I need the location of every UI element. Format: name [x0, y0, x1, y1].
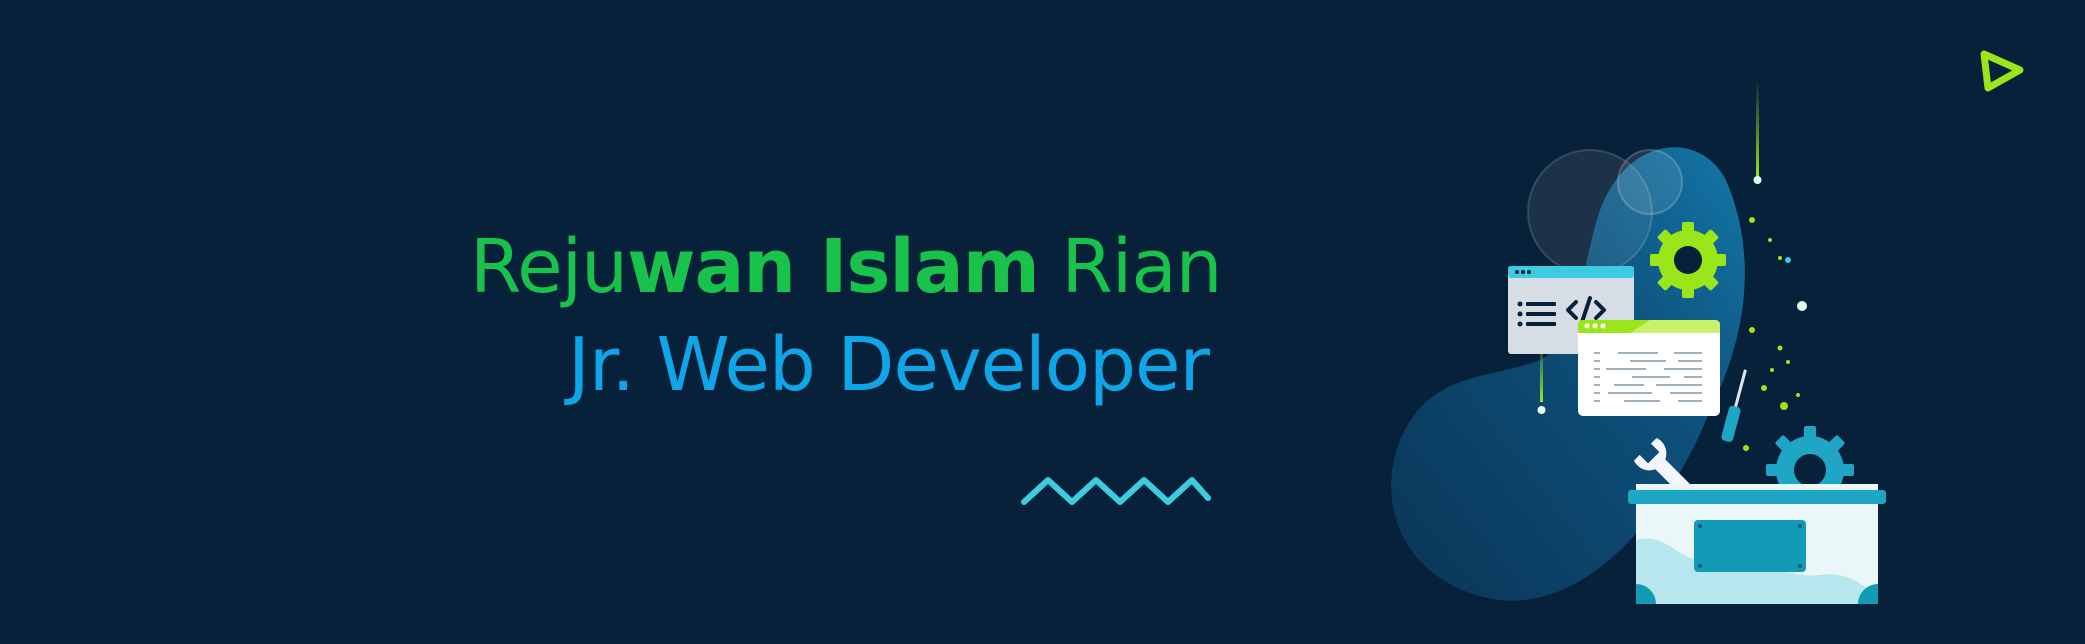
name-part-1: Reju [470, 224, 628, 310]
play-triangle-icon [1980, 50, 2024, 92]
zigzag-decoration [1021, 477, 1211, 505]
developer-tools-illustration [1391, 80, 1886, 604]
name-part-2: wan Islam [627, 224, 1040, 310]
bubble-small [1617, 149, 1683, 215]
beam-dot-left [1537, 406, 1546, 414]
beam-line-top [1756, 80, 1759, 180]
screwdriver-icon [1721, 369, 1747, 442]
sparkle-star-2 [1785, 257, 1791, 263]
developer-name: Rejuwan Islam Rian [470, 224, 1223, 310]
gear-icon [1650, 222, 1726, 298]
name-part-3: Rian [1038, 224, 1222, 310]
toolbox-icon [1628, 484, 1886, 604]
sparkle-star [1797, 301, 1807, 311]
beam-dot-top [1753, 176, 1762, 184]
code-window-front [1578, 320, 1720, 416]
developer-role: Jr. Web Developer [568, 322, 1210, 408]
